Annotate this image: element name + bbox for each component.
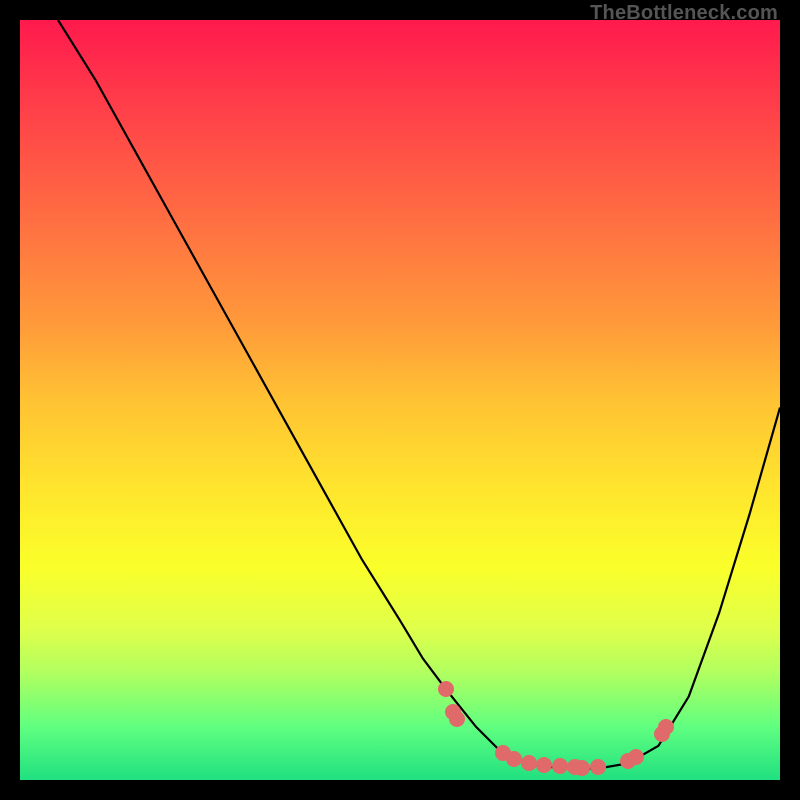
curve-layer [20, 20, 780, 780]
plot-area [20, 20, 780, 780]
scatter-dot [590, 759, 606, 775]
scatter-dot [521, 755, 537, 771]
chart-frame: TheBottleneck.com [0, 0, 800, 800]
scatter-dot [536, 757, 552, 773]
scatter-dot [658, 719, 674, 735]
scatter-dot [552, 758, 568, 774]
bottleneck-curve [58, 20, 780, 769]
scatter-dot [438, 681, 454, 697]
scatter-dot [628, 749, 644, 765]
scatter-dot [506, 751, 522, 767]
scatter-dot [449, 711, 465, 727]
scatter-dot [574, 760, 590, 776]
